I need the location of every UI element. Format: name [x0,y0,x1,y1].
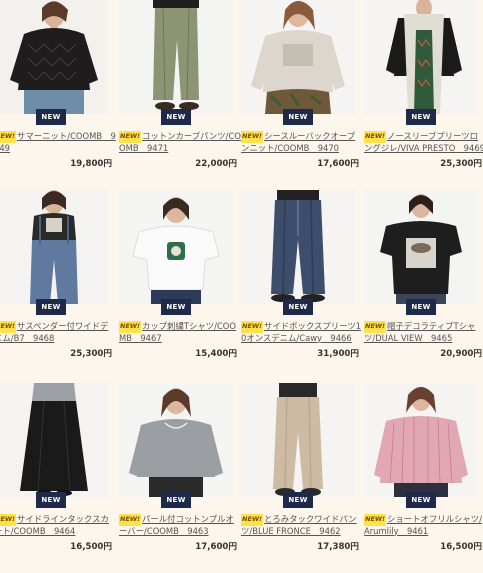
product-price: 20,900円 [440,349,482,359]
new-mark-icon: NEW! [0,321,17,333]
new-mark-icon: NEW! [0,131,17,143]
product-name-link[interactable]: NEW! サイドボックスプリーツ10オンスデニム/Cawy 9466 [241,321,363,344]
new-badge: NEW [36,492,66,508]
new-badge: NEW [406,109,436,125]
new-mark-icon: NEW! [364,321,387,333]
product-name-link[interactable]: NEW! ノースリーブプリーツロングジレ/VIVA PRESTO 9469 [364,131,483,154]
product-price: 22,000円 [195,159,237,169]
product-price: 15,400円 [195,349,237,359]
new-mark-icon: NEW! [364,514,387,526]
new-badge: NEW [36,109,66,125]
product-photo[interactable] [241,383,355,497]
product-price: 31,900円 [317,349,359,359]
new-badge: NEW [161,492,191,508]
product-name-link[interactable]: NEW! カップ刺繍Tシャツ/COOMB 9467 [119,321,241,344]
new-badge: NEW [161,299,191,315]
product-photo[interactable] [0,190,108,304]
new-badge: NEW [406,299,436,315]
new-mark-icon: NEW! [119,131,142,143]
product-grid: NEW NEW!サマーニット/COOMB 9449 19,800円 NEW NE… [0,0,483,573]
new-badge: NEW [283,299,313,315]
new-mark-icon: NEW! [364,131,387,143]
product-photo[interactable] [119,190,233,304]
product-price: 16,500円 [70,542,112,552]
new-badge: NEW [36,299,66,315]
product-price: 25,300円 [70,349,112,359]
product-name-link[interactable]: NEW! コットンカーブパンツ/COOMB 9471 [119,131,241,154]
product-price: 25,300円 [440,159,482,169]
product-photo[interactable] [364,0,478,114]
new-badge: NEW [283,492,313,508]
product-price: 17,600円 [317,159,359,169]
product-price: 19,800円 [70,159,112,169]
product-name-link[interactable]: NEW! とろみタックワイドパンツ/BLUE FRONCE 9462 [241,514,363,537]
product-name-link[interactable]: NEW!サスペンダー付ワイドデニム/B7 9468 [0,321,116,344]
product-photo[interactable] [119,0,233,114]
product-photo[interactable] [241,0,355,114]
product-photo[interactable] [364,190,478,304]
product-name-link[interactable]: NEW! 帽子デコラティブTシャツ/DUAL VIEW 9465 [364,321,483,344]
new-mark-icon: NEW! [0,514,17,526]
product-name-link[interactable]: NEW!サイドラインタックスカート/COOMB 9464 [0,514,116,537]
new-mark-icon: NEW! [241,514,264,526]
product-price: 17,380円 [317,542,359,552]
product-photo[interactable] [119,383,233,497]
product-photo[interactable] [0,0,108,114]
new-mark-icon: NEW! [119,321,142,333]
product-price: 17,600円 [195,542,237,552]
product-name-link[interactable]: NEW! ショートオフリルシャツ/Arumlily 9461 [364,514,483,537]
new-mark-icon: NEW! [119,514,142,526]
product-price: 16,500円 [440,542,482,552]
new-badge: NEW [161,109,191,125]
product-name-link[interactable]: NEW! シースルーバックオープンニット/COOMB 9470 [241,131,363,154]
new-badge: NEW [406,492,436,508]
product-photo[interactable] [364,383,478,497]
new-mark-icon: NEW! [241,321,264,333]
product-name-link[interactable]: NEW!サマーニット/COOMB 9449 [0,131,116,154]
product-photo[interactable] [0,383,108,497]
new-badge: NEW [283,109,313,125]
product-photo[interactable] [241,190,355,304]
new-mark-icon: NEW! [241,131,264,143]
product-name-link[interactable]: NEW! パール付コットンプルオーバー/COOMB 9463 [119,514,241,537]
